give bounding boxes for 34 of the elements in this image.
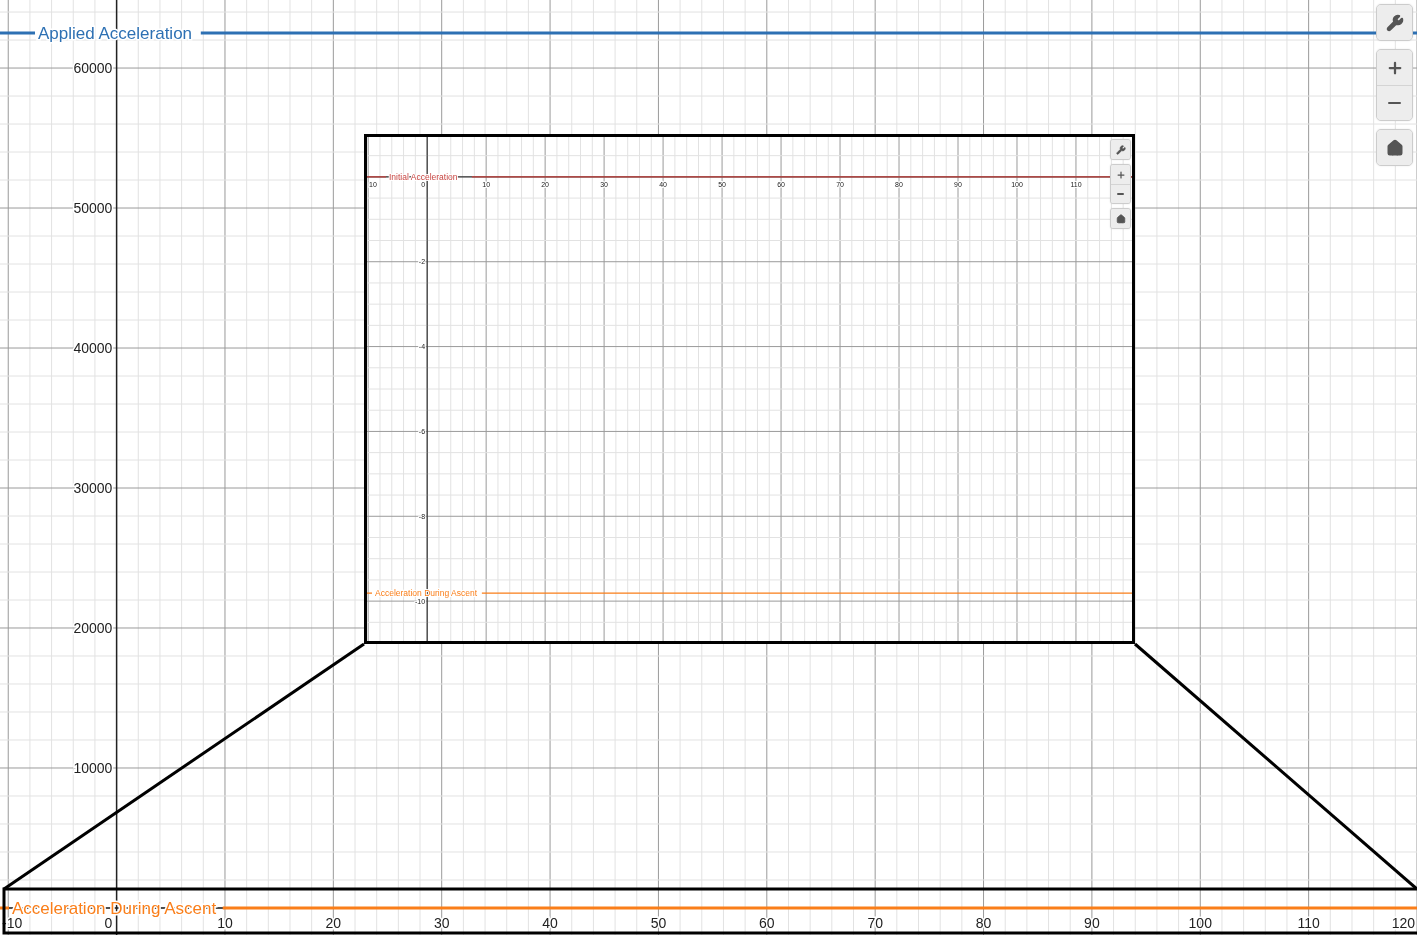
tick-label: 40000	[73, 339, 113, 356]
tick-label: 60	[759, 915, 775, 931]
tick-label: 100	[1188, 915, 1212, 931]
zoom-out-button[interactable]	[1377, 85, 1412, 120]
tick-label: 10000	[73, 759, 113, 776]
settings-button[interactable]	[1377, 5, 1412, 40]
home-button[interactable]	[1377, 130, 1412, 165]
minus-icon	[1388, 101, 1401, 105]
zoom-out-button[interactable]	[1111, 184, 1130, 203]
zoom-in-button[interactable]	[1377, 50, 1412, 85]
home-icon	[1115, 213, 1126, 224]
tick-label: 0	[104, 915, 113, 931]
tick-label: 70	[867, 915, 883, 931]
tick-label: 50	[650, 915, 667, 931]
tick-label: 120	[1391, 915, 1415, 931]
tick-label: 90	[1084, 915, 1100, 931]
plus-icon	[1115, 169, 1126, 180]
tick-label: 110	[1297, 915, 1320, 931]
tick-label: 60000	[73, 59, 113, 76]
tick-label: 10	[217, 915, 233, 931]
tick-label: 30000	[73, 479, 113, 496]
minus-icon	[1117, 193, 1124, 195]
wrench-icon	[1115, 144, 1126, 155]
tick-label: 40	[542, 915, 558, 931]
wrench-icon	[1385, 13, 1404, 32]
tick-label: 20	[325, 915, 342, 931]
settings-button[interactable]	[1111, 140, 1130, 159]
tick-label: 20000	[73, 619, 113, 636]
zoom-in-button[interactable]	[1111, 165, 1130, 184]
tick-label: 50000	[73, 199, 113, 216]
home-icon	[1385, 138, 1404, 157]
tick-label: 80	[975, 915, 992, 931]
home-button[interactable]	[1111, 209, 1130, 228]
tick-label: 30	[433, 915, 450, 931]
